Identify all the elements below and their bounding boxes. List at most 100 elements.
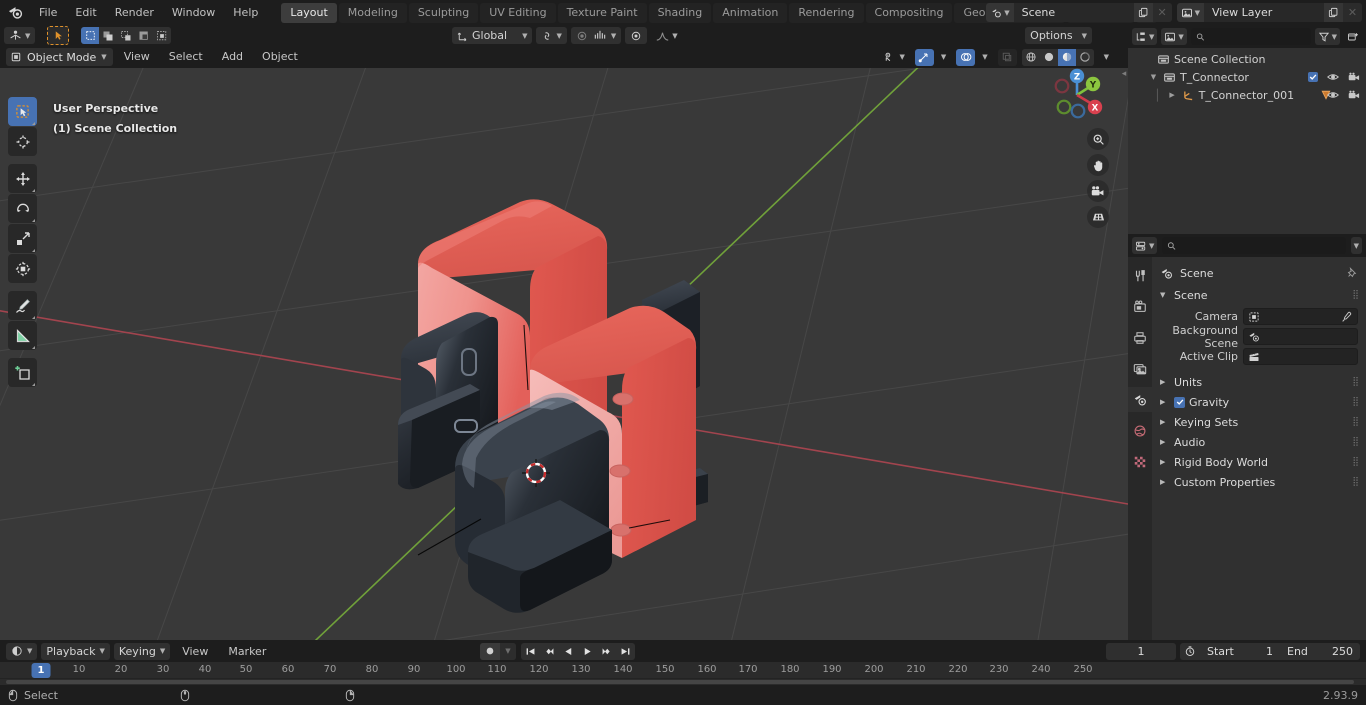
scene-unlink-button[interactable]: ✕: [1152, 3, 1172, 22]
select-extend-button[interactable]: [99, 27, 118, 44]
measure-tool[interactable]: [8, 321, 37, 350]
properties-editor-type-selector[interactable]: ▼: [1132, 237, 1158, 254]
eyedropper-icon[interactable]: [1341, 311, 1353, 323]
viewport-menu-select[interactable]: Select: [161, 48, 211, 66]
annotate-tool[interactable]: [8, 291, 37, 320]
view-layer-new-button[interactable]: [1324, 3, 1343, 22]
select-invert-button[interactable]: [135, 27, 154, 44]
outliner-row-scene-collection[interactable]: Scene Collection: [1128, 50, 1366, 68]
interaction-mode-selector[interactable]: Object Mode ▼: [6, 48, 113, 66]
outliner-row-t-connector-001[interactable]: │ ▶ T_Connector_001: [1128, 86, 1366, 104]
world-tab[interactable]: [1128, 418, 1152, 443]
jump-to-end-button[interactable]: [616, 643, 635, 660]
transform-tool[interactable]: [8, 254, 37, 283]
workspace-tab-animation[interactable]: Animation: [713, 2, 788, 23]
proportional-edit-group[interactable]: ▼: [570, 27, 622, 44]
panel-gravity[interactable]: ▶ Gravity ⣿: [1152, 392, 1366, 412]
select-intersect-button[interactable]: [153, 27, 172, 44]
xray-toggle-button[interactable]: [997, 48, 1017, 66]
object-visibility-dropdown[interactable]: ▼: [878, 49, 909, 66]
panel-custom-properties[interactable]: ▶ Custom Properties ⣿: [1152, 472, 1366, 492]
add-cube-tool[interactable]: [8, 358, 37, 387]
orthographic-toggle-icon[interactable]: [1087, 206, 1109, 228]
menu-edit[interactable]: Edit: [66, 0, 105, 25]
playback-dropdown[interactable]: Playback ▼: [41, 642, 110, 660]
disclosure-triangle-right-icon[interactable]: ▶: [1167, 91, 1178, 99]
background-scene-field[interactable]: [1243, 328, 1358, 345]
transform-orientation-selector[interactable]: Global ▼: [452, 27, 533, 44]
zoom-icon[interactable]: [1087, 128, 1109, 150]
panel-scene[interactable]: ▼ Scene ⣿: [1152, 285, 1366, 305]
outliner-new-collection-button[interactable]: [1344, 28, 1362, 45]
viewport-options-dropdown[interactable]: Options ▼: [1025, 27, 1092, 44]
view-layer-tab[interactable]: [1128, 356, 1152, 381]
navigation-gizmo[interactable]: Z Y X: [1044, 62, 1110, 128]
outliner-display-mode-selector[interactable]: ▼: [1161, 28, 1187, 45]
show-gizmo-button[interactable]: [914, 48, 934, 66]
pan-hand-icon[interactable]: [1087, 154, 1109, 176]
outliner-editor-type-selector[interactable]: ▼: [1132, 28, 1158, 45]
panel-rigid-body-world[interactable]: ▶ Rigid Body World ⣿: [1152, 452, 1366, 472]
timeline-horizontal-scrollbar[interactable]: [6, 680, 1354, 684]
scale-tool[interactable]: [8, 224, 37, 253]
timeline-editor-type-selector[interactable]: ▼: [6, 642, 38, 660]
pin-icon[interactable]: [1346, 267, 1358, 279]
blender-logo-icon[interactable]: [0, 5, 30, 20]
eye-icon[interactable]: [1327, 90, 1339, 100]
falloff-curve-selector[interactable]: ▼: [651, 27, 682, 44]
select-set-button[interactable]: [81, 27, 100, 44]
properties-search-input[interactable]: [1180, 240, 1341, 251]
end-frame-field[interactable]: End 250: [1280, 643, 1360, 660]
outliner-search-box[interactable]: [1190, 28, 1311, 45]
current-frame-field[interactable]: 1: [1106, 642, 1176, 660]
eye-icon[interactable]: [1327, 72, 1339, 82]
auto-keying-button[interactable]: [480, 642, 500, 660]
keying-dropdown[interactable]: Keying ▼: [113, 642, 171, 660]
outliner-filter-button[interactable]: ▼: [1314, 28, 1340, 45]
scene-tab[interactable]: [1128, 387, 1152, 412]
play-reverse-button[interactable]: [559, 643, 578, 660]
menu-render[interactable]: Render: [106, 0, 163, 25]
cursor-tool[interactable]: [8, 127, 37, 156]
editor-type-selector[interactable]: ▼: [4, 27, 36, 44]
snap-toggle-button[interactable]: ▼: [536, 27, 567, 44]
properties-options-dropdown[interactable]: ▼: [1350, 237, 1362, 254]
panel-units[interactable]: ▶ Units ⣿: [1152, 372, 1366, 392]
view-layer-remove-button[interactable]: ✕: [1343, 3, 1362, 22]
scene-browse-button[interactable]: ▼: [986, 3, 1014, 22]
menu-file[interactable]: File: [30, 0, 66, 25]
play-button[interactable]: [578, 643, 597, 660]
view-layer-browse-button[interactable]: ▼: [1176, 3, 1204, 22]
properties-editor[interactable]: ▼ ▼ Scene ▼ Scene ⣿ Camera Background Sc…: [1128, 234, 1366, 640]
workspace-tab-compositing[interactable]: Compositing: [865, 2, 953, 23]
shading-wireframe-button[interactable]: [1021, 48, 1040, 66]
scene-name-field[interactable]: Scene: [1013, 3, 1134, 22]
gravity-checkbox[interactable]: [1174, 396, 1185, 408]
output-tab[interactable]: [1128, 325, 1152, 350]
overlay-dropdown[interactable]: ▼: [977, 49, 992, 66]
gizmo-dropdown[interactable]: ▼: [936, 49, 951, 66]
viewport-menu-view[interactable]: View: [116, 48, 158, 66]
auto-keying-dropdown[interactable]: ▼: [500, 642, 516, 660]
playhead[interactable]: 1: [31, 663, 51, 678]
workspace-tab-uv-editing[interactable]: UV Editing: [480, 2, 556, 23]
show-overlays-button[interactable]: [956, 48, 976, 66]
camera-render-icon[interactable]: [1348, 72, 1360, 82]
workspace-tab-sculpting[interactable]: Sculpting: [408, 2, 479, 23]
menu-help[interactable]: Help: [224, 0, 267, 25]
workspace-tab-modeling[interactable]: Modeling: [338, 2, 407, 23]
workspace-tab-texture-paint[interactable]: Texture Paint: [557, 2, 647, 23]
rotate-tool[interactable]: [8, 194, 37, 223]
collection-exclude-checkbox[interactable]: [1308, 72, 1318, 82]
workspace-tab-shading[interactable]: Shading: [648, 2, 712, 23]
timeline-editor[interactable]: ▼ Playback ▼ Keying ▼ View Marker ▼ 1 St…: [0, 640, 1366, 685]
menu-window[interactable]: Window: [163, 0, 224, 25]
timeline-menu-marker[interactable]: Marker: [220, 645, 274, 658]
workspace-tab-layout[interactable]: Layout: [281, 2, 337, 23]
panel-keying-sets[interactable]: ▶ Keying Sets ⣿: [1152, 412, 1366, 432]
start-frame-field[interactable]: Start 1: [1200, 643, 1280, 660]
camera-field[interactable]: [1243, 308, 1358, 325]
workspace-tab-rendering[interactable]: Rendering: [789, 2, 864, 23]
scene-new-button[interactable]: [1133, 3, 1153, 22]
viewport-sidebar-toggle[interactable]: ◂: [1120, 65, 1128, 83]
